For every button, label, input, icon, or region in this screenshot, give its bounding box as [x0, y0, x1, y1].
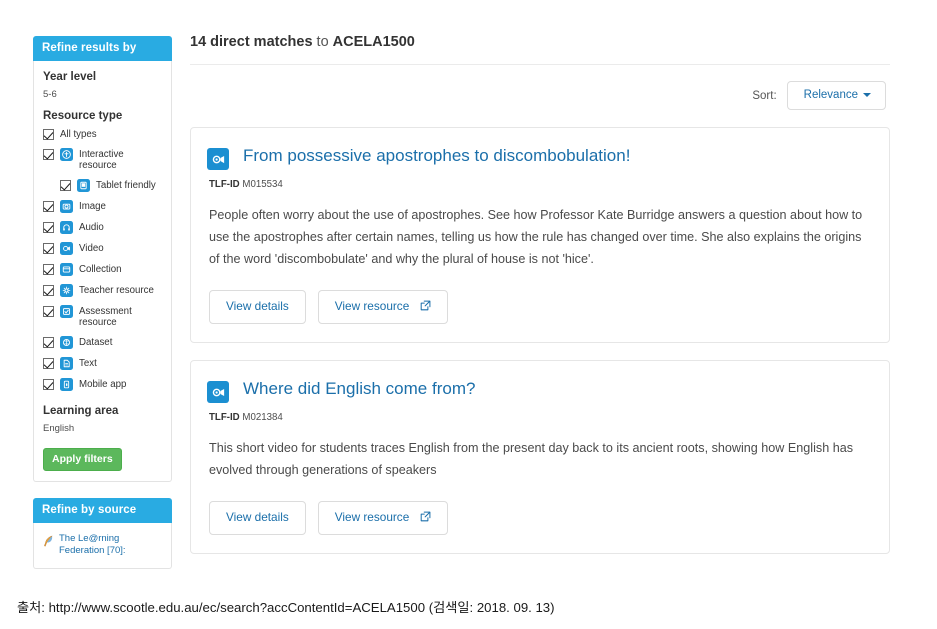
filter-label: Video [79, 243, 104, 254]
result-title[interactable]: From possessive apostrophes to discombob… [243, 144, 630, 168]
result-card[interactable]: Where did English come from? TLF-ID M021… [190, 360, 890, 554]
filter-label: Collection [79, 264, 122, 275]
browser-capture: Refine results by Year level 5-6 Resourc… [0, 0, 937, 583]
mobile-app-icon [60, 378, 73, 391]
tlf-id-label: TLF-ID [209, 179, 240, 190]
filter-label: All types [60, 129, 97, 140]
learning-area-value: English [43, 423, 75, 434]
source-item[interactable]: The Le@rning Federation [70]: [43, 533, 162, 557]
filter-label: Dataset [79, 337, 113, 348]
filter-image[interactable]: Image [43, 200, 162, 213]
chevron-down-icon [863, 92, 871, 97]
filter-interactive-resource[interactable]: Interactive resource [43, 148, 162, 171]
tlf-id-row: TLF-ID M015534 [209, 179, 871, 190]
learning-area-label: Learning area [43, 405, 119, 417]
source-caption: 출처: http://www.scootle.edu.au/ec/search?… [17, 600, 555, 615]
checkbox-audio[interactable] [43, 222, 54, 233]
result-description: People often worry about the use of apos… [209, 208, 863, 266]
teacher-resource-icon [60, 284, 73, 297]
filter-label: Text [79, 358, 97, 369]
video-resource-icon [207, 148, 229, 170]
refine-source-panel: Refine by source The Le@rning Federation… [33, 498, 172, 569]
results-count: 14 direct matches [190, 34, 313, 50]
checkbox-interactive-resource[interactable] [43, 149, 54, 160]
sort-value: Relevance [803, 89, 858, 101]
tablet-friendly-icon [77, 179, 90, 192]
result-description: This short video for students traces Eng… [209, 441, 854, 477]
view-resource-label: View resource [334, 510, 410, 524]
results-to: to [312, 34, 333, 50]
filter-label: Mobile app [79, 379, 127, 390]
filter-all-types[interactable]: All types [43, 128, 162, 140]
view-resource-button[interactable]: View resource [317, 501, 448, 535]
filter-text[interactable]: Text [43, 357, 162, 370]
refine-source-title: Refine by source [33, 498, 172, 523]
filter-audio[interactable]: Audio [43, 221, 162, 234]
result-title[interactable]: Where did English come from? [243, 377, 475, 401]
external-link-icon [420, 300, 431, 314]
heading-divider [190, 64, 890, 65]
tlf-id-value: M015534 [242, 179, 283, 190]
checkbox-teacher-resource[interactable] [43, 285, 54, 296]
filter-teacher-resource[interactable]: Teacher resource [43, 284, 162, 297]
screenshot-page: Refine results by Year level 5-6 Resourc… [0, 0, 937, 629]
checkbox-dataset[interactable] [43, 337, 54, 348]
filter-mobile-app[interactable]: Mobile app [43, 378, 162, 391]
main-content: 14 direct matches to ACELA1500 Sort: Rel… [190, 34, 890, 554]
filter-video[interactable]: Video [43, 242, 162, 255]
checkbox-tablet-friendly[interactable] [60, 180, 71, 191]
filter-label: Tablet friendly [96, 180, 156, 191]
refine-results-panel: Refine results by Year level 5-6 Resourc… [33, 36, 172, 482]
checkbox-all-types[interactable] [43, 129, 54, 140]
source-link[interactable]: The Le@rning Federation [70]: [59, 533, 162, 557]
tlf-id-value: M021384 [242, 412, 283, 423]
result-card[interactable]: From possessive apostrophes to discombob… [190, 127, 890, 343]
results-query: ACELA1500 [332, 34, 415, 50]
resource-type-label: Resource type [43, 110, 123, 122]
filter-label: Assessment resource [79, 306, 132, 328]
results-heading: 14 direct matches to ACELA1500 [190, 34, 890, 50]
sidebar: Refine results by Year level 5-6 Resourc… [33, 36, 172, 569]
view-resource-button[interactable]: View resource [317, 290, 448, 324]
view-details-button[interactable]: View details [209, 501, 306, 535]
text-icon [60, 357, 73, 370]
refine-results-title: Refine results by [33, 36, 172, 61]
dataset-icon [60, 336, 73, 349]
filter-label: Teacher resource [79, 285, 154, 296]
tlf-id-label: TLF-ID [209, 412, 240, 423]
filter-assessment-resource[interactable]: Assessment resource [43, 305, 162, 328]
filter-collection[interactable]: Collection [43, 263, 162, 276]
filter-label: Image [79, 201, 106, 212]
external-link-icon [420, 511, 431, 525]
assessment-resource-icon [60, 305, 73, 318]
filter-dataset[interactable]: Dataset [43, 336, 162, 349]
sort-dropdown[interactable]: Relevance [786, 81, 886, 110]
checkbox-text[interactable] [43, 358, 54, 369]
filter-tablet-friendly[interactable]: Tablet friendly [43, 179, 162, 192]
video-icon [60, 242, 73, 255]
audio-icon [60, 221, 73, 234]
year-level-value: 5-6 [43, 89, 57, 100]
sort-row: Sort: Relevance [190, 81, 890, 110]
view-resource-label: View resource [334, 299, 410, 313]
interactive-resource-icon [60, 148, 73, 161]
filter-label: Audio [79, 222, 104, 233]
sort-label: Sort: [752, 89, 777, 102]
collection-icon [60, 263, 73, 276]
checkbox-collection[interactable] [43, 264, 54, 275]
checkbox-video[interactable] [43, 243, 54, 254]
image-icon [60, 200, 73, 213]
view-details-button[interactable]: View details [209, 290, 306, 324]
year-level-label: Year level [43, 71, 97, 83]
filter-label: Interactive resource [79, 149, 124, 171]
apply-filters-button[interactable]: Apply filters [43, 448, 122, 471]
checkbox-assessment-resource[interactable] [43, 306, 54, 317]
quill-icon [43, 534, 55, 552]
tlf-id-row: TLF-ID M021384 [209, 412, 871, 423]
checkbox-image[interactable] [43, 201, 54, 212]
checkbox-mobile-app[interactable] [43, 379, 54, 390]
video-resource-icon [207, 381, 229, 403]
